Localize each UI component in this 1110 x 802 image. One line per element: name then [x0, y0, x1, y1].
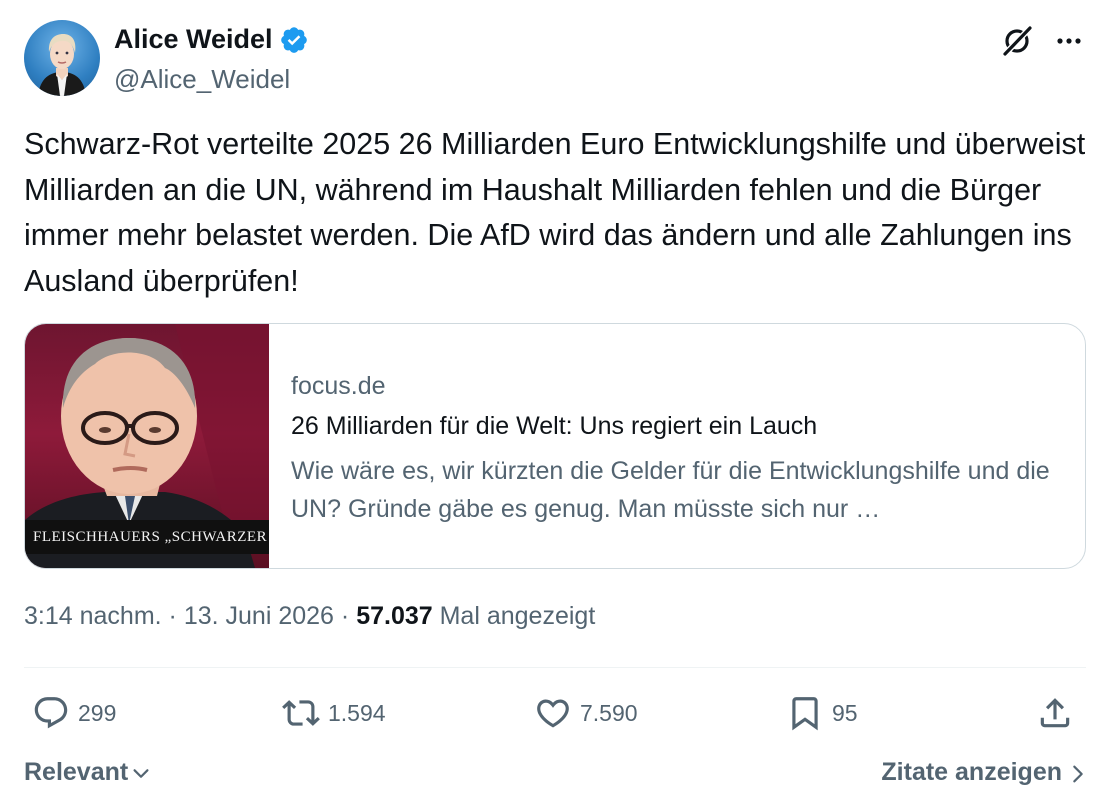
avatar[interactable]	[24, 20, 100, 96]
divider	[24, 667, 1086, 668]
author-display-name[interactable]: Alice Weidel	[114, 24, 273, 55]
view-quotes-link[interactable]: Zitate anzeigen	[881, 758, 1088, 787]
views-label: Mal angezeigt	[439, 602, 596, 630]
author-name-row[interactable]: Alice Weidel	[114, 24, 309, 55]
verified-badge-icon[interactable]	[279, 25, 309, 55]
heart-icon	[537, 699, 569, 728]
reply-icon	[34, 697, 68, 729]
bookmark-button[interactable]: 95	[786, 692, 858, 734]
share-icon	[1040, 698, 1070, 728]
thumbnail-caption: FLEISCHHAUERS „SCHWARZER KANAL	[25, 520, 269, 554]
chevron-down-icon	[133, 769, 149, 778]
link-preview-title: 26 Milliarden für die Welt: Uns regiert …	[291, 412, 818, 440]
link-preview-domain: focus.de	[291, 372, 386, 400]
meta-separator: ·	[168, 602, 177, 630]
bookmark-count: 95	[832, 699, 858, 726]
avatar-portrait-image	[38, 34, 86, 96]
link-preview-card[interactable]: FLEISCHHAUERS „SCHWARZER KANAL focus.de …	[24, 323, 1086, 569]
sort-label: Relevant	[24, 758, 129, 786]
link-preview-thumbnail[interactable]: FLEISCHHAUERS „SCHWARZER KANAL	[25, 324, 269, 568]
repost-icon	[282, 700, 320, 726]
quotes-label: Zitate anzeigen	[881, 758, 1062, 786]
share-button[interactable]	[1036, 692, 1074, 734]
reply-button[interactable]: 299	[32, 692, 116, 734]
link-preview-body[interactable]: focus.de 26 Milliarden für die Welt: Uns…	[269, 324, 1085, 568]
tweet-date[interactable]: 13. Juni 2026	[184, 602, 334, 630]
repost-count: 1.594	[328, 699, 386, 726]
tweet-meta: 3:14 nachm. · 13. Juni 2026 · 57.037 Mal…	[24, 602, 595, 631]
tweet-detail: Alice Weidel @Alice_Weidel Schwarz-Rot v…	[0, 0, 1110, 802]
grok-icon[interactable]	[1000, 24, 1034, 58]
reply-count: 299	[78, 699, 117, 726]
repost-button[interactable]: 1.594	[282, 692, 386, 734]
like-count: 7.590	[580, 699, 638, 726]
tweet-time[interactable]: 3:14 nachm.	[24, 602, 162, 630]
chevron-right-icon	[1073, 765, 1083, 782]
more-icon[interactable]	[1052, 24, 1086, 58]
link-preview-description: Wie wäre es, wir kürzten die Gelder für …	[291, 457, 1050, 523]
like-button[interactable]: 7.590	[534, 692, 638, 734]
bookmark-icon	[792, 697, 818, 731]
sort-dropdown[interactable]: Relevant	[24, 758, 152, 787]
tweet-text: Schwarz-Rot verteilte 2025 26 Milliarden…	[24, 127, 1086, 298]
meta-separator: ·	[340, 602, 350, 630]
author-handle[interactable]: @Alice_Weidel	[114, 64, 290, 95]
views-count: 57.037	[356, 602, 433, 630]
